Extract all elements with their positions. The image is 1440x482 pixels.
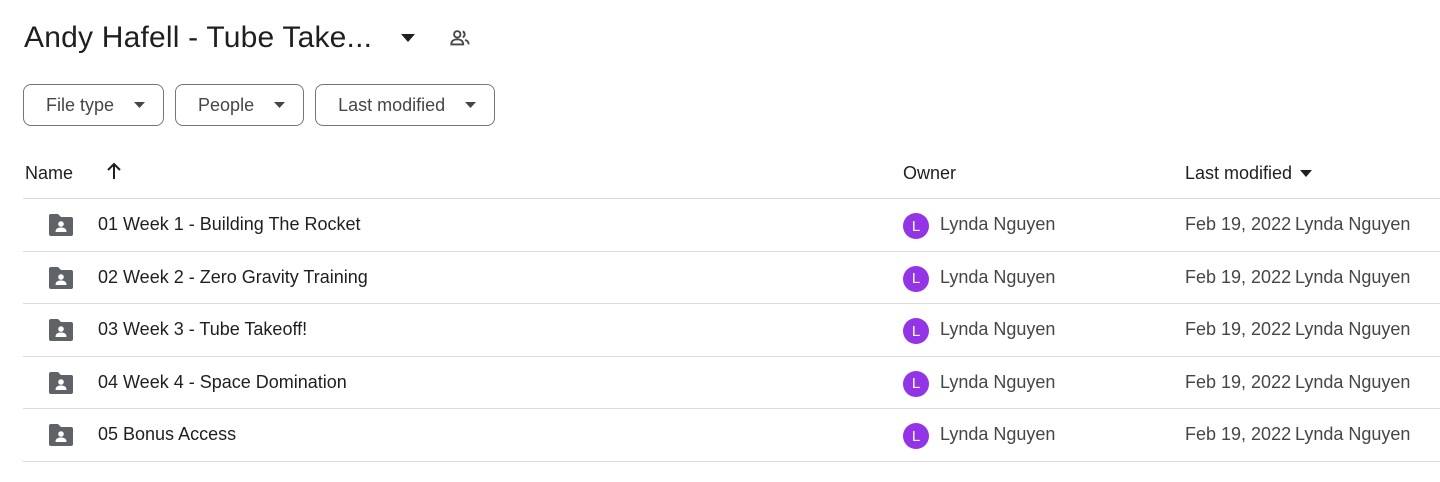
table-row[interactable]: 03 Week 3 - Tube Takeoff! L Lynda Nguyen… (23, 304, 1440, 357)
table-row[interactable]: 02 Week 2 - Zero Gravity Training L Lynd… (23, 252, 1440, 305)
arrow-drop-down-icon (134, 102, 146, 108)
name-column-header[interactable]: Name (25, 163, 73, 184)
last-modified-filter-label: Last modified (338, 94, 446, 115)
people-filter[interactable]: People (175, 84, 305, 126)
table-header: Name Owner Last modified (23, 146, 1440, 199)
modified-date: Feb 19, 2022 (1185, 424, 1292, 445)
file-type-filter[interactable]: File type (23, 84, 165, 126)
shared-folder-icon (47, 213, 75, 237)
owner-name: Lynda Nguyen (940, 214, 1056, 234)
avatar: L (903, 370, 929, 397)
modified-by: Lynda Nguyen (1295, 371, 1411, 392)
avatar: L (903, 265, 929, 292)
file-name: 02 Week 2 - Zero Gravity Training (98, 266, 368, 287)
modified-date: Feb 19, 2022 (1185, 266, 1292, 287)
shared-folder-icon (47, 423, 75, 447)
title-row: Andy Hafell - Tube Take... (24, 14, 474, 62)
modified-by: Lynda Nguyen (1295, 424, 1411, 445)
shared-folder-icon (47, 371, 75, 395)
table-row[interactable]: 04 Week 4 - Space Domination L Lynda Ngu… (23, 357, 1440, 410)
shared-folder-icon (47, 266, 75, 290)
modified-date: Feb 19, 2022 (1185, 214, 1292, 234)
file-name: 03 Week 3 - Tube Takeoff! (98, 319, 308, 340)
owner-name: Lynda Nguyen (940, 319, 1056, 340)
file-type-filter-label: File type (46, 94, 115, 115)
filter-bar: File type People Last modified (23, 84, 496, 126)
owner-column-header[interactable]: Owner (903, 163, 956, 184)
owner-name: Lynda Nguyen (940, 424, 1056, 445)
arrow-drop-down-icon (465, 102, 477, 108)
modified-by: Lynda Nguyen (1295, 266, 1411, 287)
owner-name: Lynda Nguyen (940, 371, 1056, 392)
last-modified-filter[interactable]: Last modified (315, 84, 496, 126)
owner-name: Lynda Nguyen (940, 266, 1056, 287)
table-row[interactable]: 01 Week 1 - Building The Rocket L Lynda … (23, 199, 1440, 252)
table-row[interactable]: 05 Bonus Access L Lynda Nguyen Feb 19, 2… (23, 409, 1440, 462)
shared-folder-icon (47, 318, 75, 342)
file-list: Name Owner Last modified 01 Week 1 - Bui… (23, 146, 1440, 462)
people-icon (446, 24, 474, 52)
arrow-drop-down-icon (1300, 170, 1313, 177)
folder-title[interactable]: Andy Hafell - Tube Take... (24, 21, 372, 55)
arrow-drop-down-icon (274, 102, 286, 108)
file-name: 01 Week 1 - Building The Rocket (98, 214, 361, 234)
modified-by: Lynda Nguyen (1295, 214, 1411, 234)
people-filter-label: People (198, 94, 255, 115)
avatar: L (903, 318, 929, 345)
modified-date: Feb 19, 2022 (1185, 319, 1292, 340)
table-body: 01 Week 1 - Building The Rocket L Lynda … (23, 199, 1440, 462)
last-modified-column-label: Last modified (1185, 163, 1293, 183)
modified-by: Lynda Nguyen (1295, 319, 1411, 340)
arrow-drop-down-icon[interactable] (394, 24, 422, 52)
modified-date: Feb 19, 2022 (1185, 371, 1292, 392)
avatar: L (903, 213, 929, 239)
file-name: 04 Week 4 - Space Domination (98, 371, 347, 392)
last-modified-column-header[interactable]: Last modified (1185, 163, 1313, 184)
avatar: L (903, 423, 929, 450)
arrow-up-icon[interactable] (103, 160, 125, 182)
file-name: 05 Bonus Access (98, 424, 237, 445)
